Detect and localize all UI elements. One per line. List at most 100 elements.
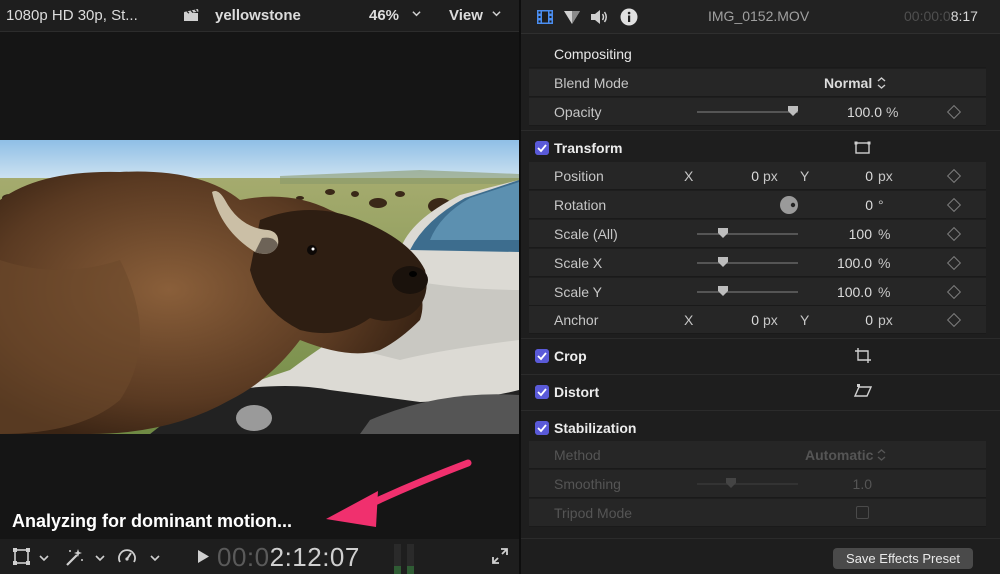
blend-mode-select[interactable]: Normal — [824, 75, 872, 91]
updown-chevron-icon[interactable] — [877, 449, 886, 461]
distort-checkbox[interactable] — [535, 385, 549, 399]
slider-knob[interactable] — [726, 478, 736, 488]
chevron-down-icon[interactable] — [39, 547, 49, 567]
tripod-mode-label: Tripod Mode — [554, 505, 633, 521]
opacity-unit: % — [886, 104, 899, 120]
chevron-down-icon[interactable] — [492, 9, 501, 18]
opacity-row: Opacity 100.0 % — [529, 98, 986, 126]
px-unit: px — [878, 168, 893, 184]
scale-all-value[interactable]: 100 — [834, 226, 872, 242]
distort-onscreen-icon[interactable] — [854, 383, 872, 399]
crop-section-header[interactable]: Crop — [521, 338, 1000, 372]
crop-title: Crop — [554, 348, 587, 364]
distort-section-header[interactable]: Distort — [521, 374, 1000, 408]
rotation-label: Rotation — [554, 197, 607, 213]
transform-checkbox[interactable] — [535, 141, 549, 155]
slider-knob[interactable] — [788, 106, 798, 116]
scale-x-slider[interactable] — [697, 257, 798, 267]
keyframe-diamond-icon[interactable] — [946, 255, 962, 271]
speedometer-icon[interactable] — [117, 547, 137, 567]
keyframe-diamond-icon[interactable] — [946, 226, 962, 242]
format-menu[interactable]: 1080p HD 30p, St... — [6, 7, 138, 24]
position-label: Position — [554, 168, 604, 184]
transform-section-header[interactable]: Transform — [521, 130, 1000, 164]
rotation-dial-icon[interactable] — [779, 195, 799, 215]
chevron-down-icon[interactable] — [150, 547, 160, 567]
magic-wand-icon[interactable] — [64, 547, 84, 567]
video-tab-icon[interactable] — [535, 7, 555, 27]
scale-all-row: Scale (All) 100 % — [529, 220, 986, 248]
method-select[interactable]: Automatic — [805, 447, 873, 463]
chevron-down-icon[interactable] — [95, 547, 105, 567]
keyframe-diamond-icon[interactable] — [946, 197, 962, 213]
position-x-value[interactable]: 0 — [737, 168, 759, 184]
opacity-slider[interactable] — [697, 106, 798, 116]
transform-onscreen-icon[interactable] — [854, 140, 872, 156]
annotation-arrow — [326, 459, 472, 527]
scale-x-value[interactable]: 100.0 — [824, 255, 872, 271]
scale-all-label: Scale (All) — [554, 226, 618, 242]
chevron-down-icon[interactable] — [412, 9, 421, 18]
view-menu[interactable]: View — [449, 7, 483, 24]
smoothing-slider[interactable] — [697, 478, 798, 488]
info-tab-icon[interactable] — [619, 7, 639, 27]
y-axis-label: Y — [800, 168, 810, 184]
scale-all-slider[interactable] — [697, 228, 798, 238]
px-unit: px — [763, 312, 778, 328]
opacity-value[interactable]: 100.0 — [834, 104, 882, 120]
color-tab-icon[interactable] — [562, 7, 582, 27]
scale-y-slider[interactable] — [697, 286, 798, 296]
project-name: yellowstone — [215, 7, 301, 24]
zoom-menu[interactable]: 46% — [369, 7, 399, 24]
tripod-mode-checkbox[interactable] — [856, 506, 869, 519]
audio-tab-icon[interactable] — [589, 7, 609, 27]
clip-duration: 00:00:08:17 — [904, 8, 978, 24]
smoothing-value[interactable]: 1.0 — [834, 476, 872, 492]
method-label: Method — [554, 447, 601, 463]
slider-knob[interactable] — [718, 257, 728, 267]
stabilization-checkbox[interactable] — [535, 421, 549, 435]
anchor-row: Anchor X 0 px Y 0 px — [529, 306, 986, 334]
keyframe-diamond-icon[interactable] — [946, 104, 962, 120]
y-axis-label: Y — [800, 312, 810, 328]
position-y-value[interactable]: 0 — [851, 168, 873, 184]
crop-checkbox[interactable] — [535, 349, 549, 363]
px-unit: px — [763, 168, 778, 184]
degree-unit: ° — [878, 197, 884, 213]
method-row: Method Automatic — [529, 441, 986, 469]
clapperboard-icon — [184, 9, 199, 21]
rotation-value[interactable]: 0 — [851, 197, 873, 213]
opacity-label: Opacity — [554, 104, 602, 120]
crop-onscreen-icon[interactable] — [854, 347, 872, 363]
tripod-mode-row: Tripod Mode — [529, 499, 986, 527]
inspector: IMG_0152.MOV 00:00:08:17 Compositing Ble… — [521, 0, 1000, 574]
blend-mode-label: Blend Mode — [554, 75, 629, 91]
updown-chevron-icon[interactable] — [877, 77, 886, 89]
slider-knob[interactable] — [718, 228, 728, 238]
rotation-row: Rotation 0 ° — [529, 191, 986, 219]
compositing-title: Compositing — [554, 46, 632, 62]
inspector-footer: Save Effects Preset — [521, 538, 1000, 574]
scale-x-label: Scale X — [554, 255, 603, 271]
stabilization-section-header[interactable]: Stabilization — [521, 410, 1000, 444]
timecode-display[interactable]: 00:02:12:07 — [217, 542, 360, 573]
keyframe-diamond-icon[interactable] — [946, 312, 962, 328]
keyframe-diamond-icon[interactable] — [946, 284, 962, 300]
audio-meter-icon[interactable] — [393, 544, 417, 574]
anchor-y-value[interactable]: 0 — [851, 312, 873, 328]
anchor-x-value[interactable]: 0 — [737, 312, 759, 328]
save-effects-preset-button[interactable]: Save Effects Preset — [833, 548, 973, 569]
scale-y-value[interactable]: 100.0 — [824, 284, 872, 300]
transform-icon[interactable] — [12, 547, 32, 567]
compositing-header[interactable]: Compositing — [529, 40, 986, 68]
percent-unit: % — [878, 255, 891, 271]
x-axis-label: X — [684, 312, 694, 328]
fullscreen-icon[interactable] — [492, 548, 508, 564]
slider-knob[interactable] — [718, 286, 728, 296]
percent-unit: % — [878, 226, 891, 242]
keyframe-diamond-icon[interactable] — [946, 168, 962, 184]
smoothing-row: Smoothing 1.0 — [529, 470, 986, 498]
viewer: 1080p HD 30p, St... yellowstone 46% View — [0, 0, 519, 574]
scale-y-label: Scale Y — [554, 284, 602, 300]
play-icon[interactable] — [197, 550, 209, 563]
